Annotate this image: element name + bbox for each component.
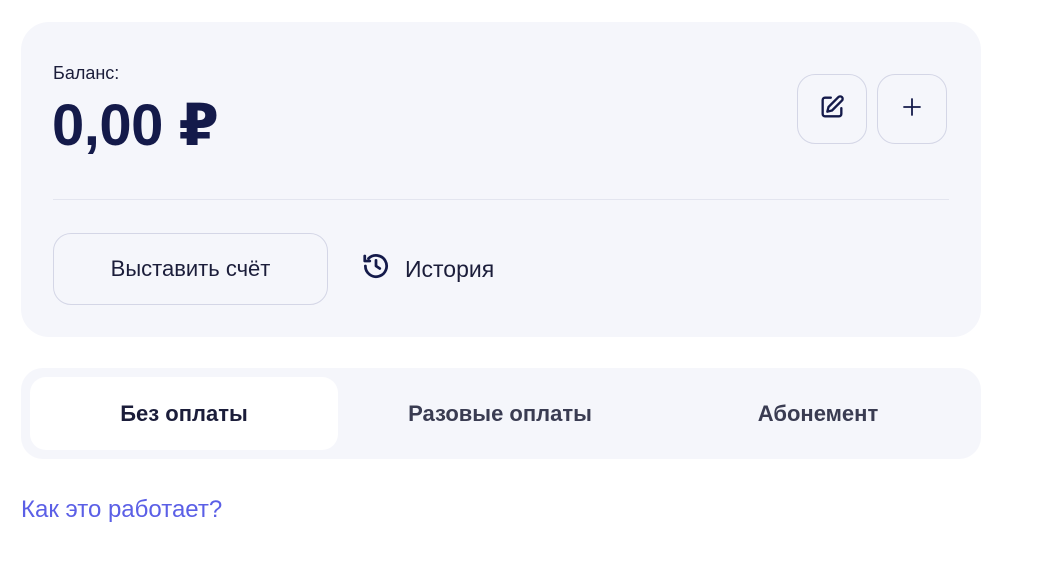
history-clock-icon — [361, 251, 391, 287]
tab-subscription[interactable]: Абонемент — [664, 377, 972, 450]
history-link[interactable]: История — [361, 251, 494, 287]
pencil-square-icon — [818, 93, 846, 126]
balance-card: Баланс: 0,00 ₽ Выставить счёт История — [21, 22, 981, 337]
edit-button[interactable] — [797, 74, 867, 144]
tab-no-payment[interactable]: Без оплаты — [30, 377, 338, 450]
issue-invoice-button[interactable]: Выставить счёт — [53, 233, 328, 305]
payment-type-tabs: Без оплаты Разовые оплаты Абонемент — [21, 368, 981, 459]
how-it-works-link[interactable]: Как это работает? — [21, 496, 222, 524]
divider — [53, 199, 949, 200]
history-label: История — [405, 255, 495, 282]
plus-icon — [900, 95, 924, 124]
balance-amount: 0,00 ₽ — [52, 93, 219, 158]
add-button[interactable] — [877, 74, 947, 144]
balance-label: Баланс: — [53, 63, 120, 83]
tab-one-time-payments[interactable]: Разовые оплаты — [346, 377, 654, 450]
